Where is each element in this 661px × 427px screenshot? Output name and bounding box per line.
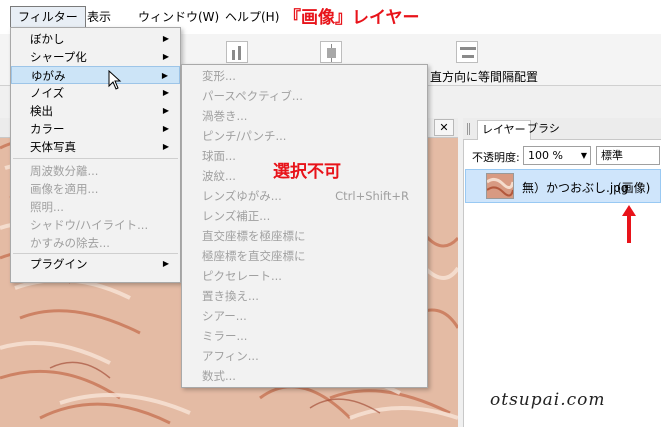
menu-item-label: 画像を適用...	[30, 182, 99, 196]
close-icon[interactable]: ✕	[434, 119, 454, 136]
menu-item-label: レンズゆがみ...	[202, 189, 282, 203]
menu-item-label: ミラー...	[202, 329, 248, 343]
menu-item-label: シャープ化	[30, 50, 87, 64]
menu-item-label: 波紋...	[202, 169, 236, 183]
panel-tabs: レイヤー ブラシ	[463, 118, 661, 140]
filter-menu-item[interactable]: ノイズ ▶	[11, 84, 180, 102]
menu-item-label: パースペクティブ...	[202, 89, 303, 103]
chevron-down-icon: ▼	[580, 151, 587, 160]
menu-item-label: 照明...	[30, 200, 64, 214]
menu-item-label: 周波数分離...	[30, 164, 99, 178]
filter-menu-item[interactable]: カラー ▶	[11, 120, 180, 138]
distort-menu-item: アフィン...	[182, 347, 427, 365]
distort-menu-item: 極座標を直交座標に	[182, 247, 427, 265]
chevron-right-icon: ▶	[162, 52, 169, 61]
menu-item-label: プラグイン	[30, 257, 88, 271]
menu-item-label: ピクセレート...	[202, 269, 282, 283]
filter-menu-item: 周波数分離...	[11, 162, 180, 180]
filter-menu-item[interactable]: プラグイン ▶	[11, 255, 180, 273]
opacity-field[interactable]: 100 % ▼	[523, 146, 591, 165]
distort-menu-item: レンズ補正...	[182, 207, 427, 225]
menu-separator	[13, 253, 178, 254]
distort-menu-item: 数式...	[182, 367, 427, 385]
menu-separator	[13, 158, 178, 159]
distort-menu-item: ピクセレート...	[182, 267, 427, 285]
menu-item-label: 極座標を直交座標に	[202, 249, 306, 263]
menu-item-label: アフィン...	[202, 349, 259, 363]
filter-menu-item: 画像を適用...	[11, 180, 180, 198]
menu-item-label: カラー	[30, 122, 65, 136]
menu-item-label: シアー...	[202, 309, 247, 323]
filter-menu-item: シャドウ/ハイライト...	[11, 216, 180, 234]
opacity-label: 不透明度:	[472, 151, 520, 164]
distort-menu-item: パースペクティブ...	[182, 87, 427, 105]
chevron-right-icon: ▶	[161, 71, 168, 80]
menu-item-label: 置き換え...	[202, 289, 259, 303]
distort-menu-item: 渦巻き...	[182, 107, 427, 125]
grip-icon[interactable]	[467, 123, 470, 135]
chevron-right-icon: ▶	[162, 88, 169, 97]
menu-filter[interactable]: フィルター	[10, 6, 86, 28]
distort-menu-item: ピンチ/パンチ...	[182, 127, 427, 145]
red-arrow-icon	[622, 205, 636, 243]
filter-menu-item[interactable]: シャープ化 ▶	[11, 48, 180, 66]
menu-item-label: ピンチ/パンチ...	[202, 129, 287, 143]
annotation-unselectable: 選択不可	[273, 162, 341, 182]
distort-menu-item: シアー...	[182, 307, 427, 325]
distort-menu-item: 置き換え...	[182, 287, 427, 305]
menu-help[interactable]: ヘルプ(H)	[218, 6, 286, 28]
menu-view[interactable]: 表示	[80, 6, 118, 28]
annotation-title: 『画像』レイヤー	[284, 8, 420, 28]
menu-item-label: ノイズ	[30, 86, 65, 100]
menu-item-label: ゆがみ	[31, 69, 66, 83]
distribute-vertical-label[interactable]: 直方向に等間隔配置	[430, 68, 538, 85]
filter-menu-item[interactable]: 天体写真 ▶	[11, 138, 180, 156]
distort-submenu: 変形... パースペクティブ... 渦巻き... ピンチ/パンチ... 球面... 波紋.…	[181, 64, 428, 388]
tab-brushes[interactable]: ブラシ	[523, 120, 564, 140]
menu-item-label: ぼかし	[30, 32, 65, 46]
filter-menu-item[interactable]: 検出 ▶	[11, 102, 180, 120]
chevron-right-icon: ▶	[162, 34, 169, 43]
chevron-right-icon: ▶	[162, 142, 169, 151]
filter-menu-item[interactable]: ぼかし ▶	[11, 30, 180, 48]
distort-menu-item: ミラー...	[182, 327, 427, 345]
filter-menu-item[interactable]: ゆがみ ▶	[11, 66, 180, 84]
distort-menu-item: 変形...	[182, 67, 427, 85]
layer-row[interactable]: 無）かつおぶし.jpg (画像)	[465, 169, 661, 203]
watermark: otsupai.com	[490, 390, 606, 410]
layer-type: (画像)	[617, 181, 651, 195]
menu-window[interactable]: ウィンドウ(W)	[131, 6, 226, 28]
chevron-right-icon: ▶	[162, 124, 169, 133]
filter-menu: ぼかし ▶ シャープ化 ▶ ゆがみ ▶ ノイズ ▶ 検出 ▶ カラー ▶ 天体写真 ▶ 周波数分離... 画像…	[10, 27, 181, 283]
blend-mode-value: 標準	[601, 149, 623, 162]
layers-panel: 不透明度: 100 % ▼ 標準 無）かつおぶし.jpg (画像) otsupa…	[463, 118, 661, 427]
menu-item-label: 数式...	[202, 369, 236, 383]
layer-name: 無）かつおぶし.jpg	[522, 181, 629, 195]
menu-item-label: かすみの除去...	[30, 236, 110, 250]
menu-item-label: 検出	[30, 104, 53, 118]
distort-menu-item: 直交座標を極座標に	[182, 227, 427, 245]
menu-item-label: 直交座標を極座標に	[202, 229, 306, 243]
mouse-cursor-icon	[108, 70, 122, 90]
chevron-right-icon: ▶	[162, 259, 169, 268]
chevron-right-icon: ▶	[162, 106, 169, 115]
distribute-vertical-icon[interactable]	[456, 41, 478, 63]
opacity-value: 100 %	[528, 149, 563, 162]
distort-menu-item: レンズゆがみ... Ctrl+Shift+R	[182, 187, 427, 205]
blend-mode-select[interactable]: 標準	[596, 146, 660, 165]
menu-item-label: 渦巻き...	[202, 109, 248, 123]
align-center-icon[interactable]	[320, 41, 342, 63]
filter-menu-item: 照明...	[11, 198, 180, 216]
filter-menu-item: かすみの除去...	[11, 234, 180, 252]
align-bottom-icon[interactable]	[226, 41, 248, 63]
menu-item-label: 変形...	[202, 69, 236, 83]
menu-item-label: 球面...	[202, 149, 236, 163]
layer-thumbnail	[486, 173, 515, 199]
menu-item-shortcut: Ctrl+Shift+R	[335, 189, 409, 203]
menu-item-label: レンズ補正...	[202, 209, 271, 223]
menu-item-label: 天体写真	[30, 140, 76, 154]
menu-item-label: シャドウ/ハイライト...	[30, 218, 149, 232]
